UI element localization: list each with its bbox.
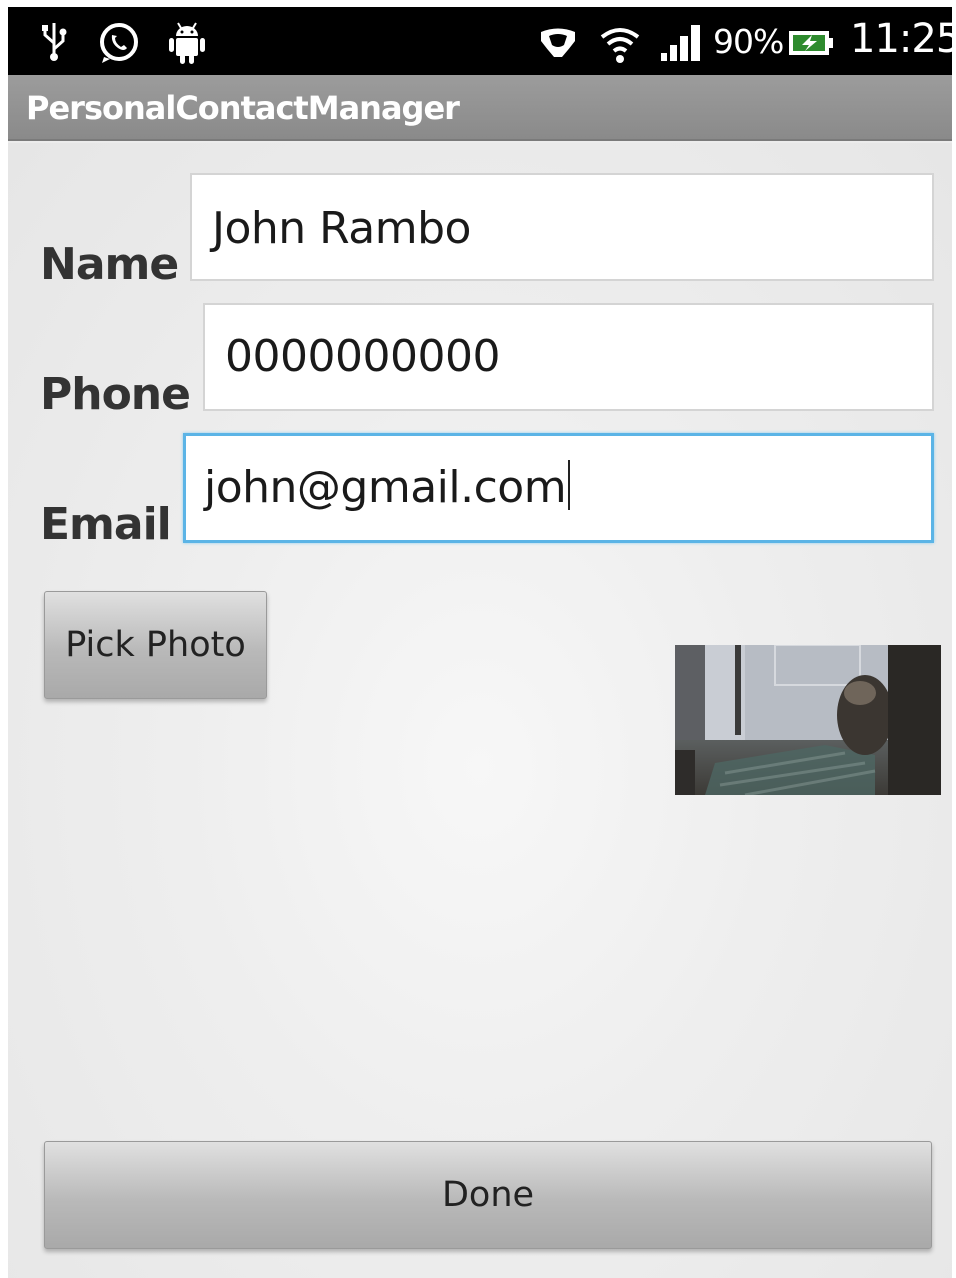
battery-charging-icon [789, 31, 833, 55]
headset-icon [541, 28, 575, 57]
status-bar: 90% 11:25 [8, 7, 952, 75]
battery-percent: 90% [713, 22, 784, 61]
clock: 11:25 [850, 16, 952, 62]
text-cursor [568, 460, 571, 510]
pick-photo-label: Pick Photo [65, 625, 246, 665]
wifi-icon [600, 28, 640, 63]
name-field[interactable]: John Rambo [190, 173, 934, 281]
done-label: Done [441, 1175, 535, 1215]
contact-photo [675, 645, 941, 795]
email-label: Email [40, 499, 172, 550]
pick-photo-button[interactable]: Pick Photo [44, 591, 267, 699]
name-label: Name [40, 239, 179, 290]
email-text: john@gmail.com [204, 462, 567, 513]
phone-field[interactable]: 0000000000 [203, 303, 934, 411]
email-field[interactable]: john@gmail.com [183, 433, 934, 543]
email-value: john@gmail.com [204, 460, 571, 513]
app-title: PersonalContactManager [26, 89, 460, 127]
whatsapp-icon [100, 23, 138, 63]
phone-label: Phone [40, 369, 191, 420]
usb-icon [42, 23, 67, 61]
phone-value: 0000000000 [225, 331, 500, 382]
signal-icon [661, 25, 700, 61]
name-value: John Rambo [212, 203, 471, 254]
android-icon [169, 22, 205, 64]
done-button[interactable]: Done [44, 1141, 932, 1249]
app-title-bar: PersonalContactManager [8, 75, 952, 141]
phone-screen: 90% 11:25 PersonalContactManager Name Jo… [8, 7, 952, 1278]
contact-form: Name John Rambo Phone 0000000000 Email j… [8, 143, 952, 1278]
